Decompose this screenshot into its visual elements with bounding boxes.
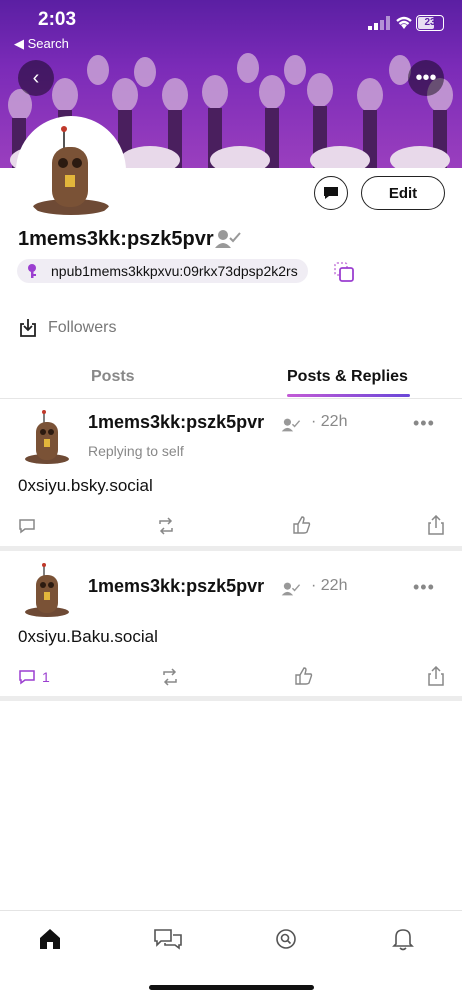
robot-avatar-image [19,119,123,223]
share-icon [428,666,444,686]
home-icon [40,929,60,949]
chat-bubble-icon [324,187,338,199]
messages-icon [154,929,182,950]
tab-posts-and-replies[interactable]: Posts & Replies [287,368,408,386]
repost-button[interactable] [160,668,180,686]
reply-button[interactable]: 1 [18,668,50,686]
post-item[interactable]: 1mems3kk:pszk5pvr · 22h ••• Replying to … [0,399,462,547]
back-to-search-link[interactable]: ◀ Search [14,36,69,52]
profile-avatar[interactable] [16,116,126,226]
thumbs-up-icon [293,516,311,534]
bell-icon [392,929,414,951]
post-more-button[interactable]: ••• [413,413,435,434]
post-item[interactable]: 1mems3kk:pszk5pvr · 22h ••• 0xsiyu.Baku.… [0,552,462,696]
nav-notifications[interactable] [392,927,414,956]
key-icon [28,264,36,278]
followers-label: Followers [48,319,117,336]
post-divider [0,546,462,551]
post-timestamp: · 22h [311,577,348,594]
npub-text: npub1mems3kkpxvu:09rkx73dpsp2k2rs [51,263,298,279]
nav-messages[interactable] [153,927,183,956]
post-timestamp: · 22h [311,413,348,430]
more-options-button[interactable]: ••• [408,60,444,96]
nav-search[interactable] [274,927,298,956]
signal-icon [368,16,390,30]
back-button[interactable]: ‹ [18,60,54,96]
share-button[interactable] [427,666,445,686]
post-avatar[interactable] [22,409,72,465]
search-icon [276,929,296,949]
post-author[interactable]: 1mems3kk:pszk5pvr [88,412,264,433]
reply-bubble-icon [19,519,35,534]
nav-home[interactable] [38,927,62,956]
home-indicator [149,985,314,990]
user-check-icon [281,418,301,432]
ellipsis-icon: ••• [415,66,437,89]
status-time: 2:03 [38,9,77,30]
status-bar: 2:03 ◀ Search 23 [0,0,462,52]
post-text: 0xsiyu.bsky.social [18,476,153,495]
tab-posts[interactable]: Posts [91,368,135,386]
replying-to-label: Replying to self [88,443,184,459]
active-tab-indicator [287,394,410,397]
repost-icon [163,668,177,686]
profile-display-name: 1mems3kk:pszk5pvr [18,228,214,250]
chevron-left-icon: ‹ [32,66,40,89]
download-tray-icon [20,319,36,337]
user-check-icon [281,582,301,596]
back-label: Search [27,36,69,51]
reply-button[interactable] [18,517,36,535]
share-icon [428,515,444,535]
copy-icon[interactable] [333,261,355,283]
user-check-icon [215,230,241,248]
post-more-button[interactable]: ••• [413,577,435,598]
back-triangle-icon: ◀ [14,36,24,51]
like-button[interactable] [294,666,314,686]
post-divider [0,696,462,701]
message-button[interactable] [314,176,348,210]
like-button[interactable] [292,515,312,535]
post-author[interactable]: 1mems3kk:pszk5pvr [88,576,264,597]
reply-count: 1 [42,669,50,685]
repost-icon [159,517,173,535]
post-avatar[interactable] [22,562,72,618]
edit-profile-button[interactable]: Edit [361,176,445,210]
repost-button[interactable] [156,517,176,535]
share-button[interactable] [427,515,445,535]
npub-pill[interactable]: npub1mems3kkpxvu:09rkx73dpsp2k2rs [17,259,308,283]
post-text: 0xsiyu.Baku.social [18,627,158,646]
thumbs-up-icon [295,667,313,685]
reply-bubble-icon [19,670,35,685]
wifi-icon [396,16,412,29]
battery-icon: 23 [416,15,444,31]
followers-link[interactable]: Followers [18,318,116,338]
